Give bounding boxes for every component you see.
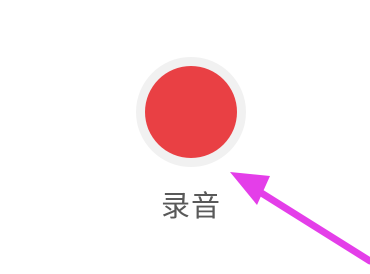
record-icon (145, 66, 237, 158)
record-button[interactable] (136, 57, 246, 167)
recorder-screen: 录音 (0, 0, 370, 274)
record-label: 录音 (160, 189, 221, 223)
